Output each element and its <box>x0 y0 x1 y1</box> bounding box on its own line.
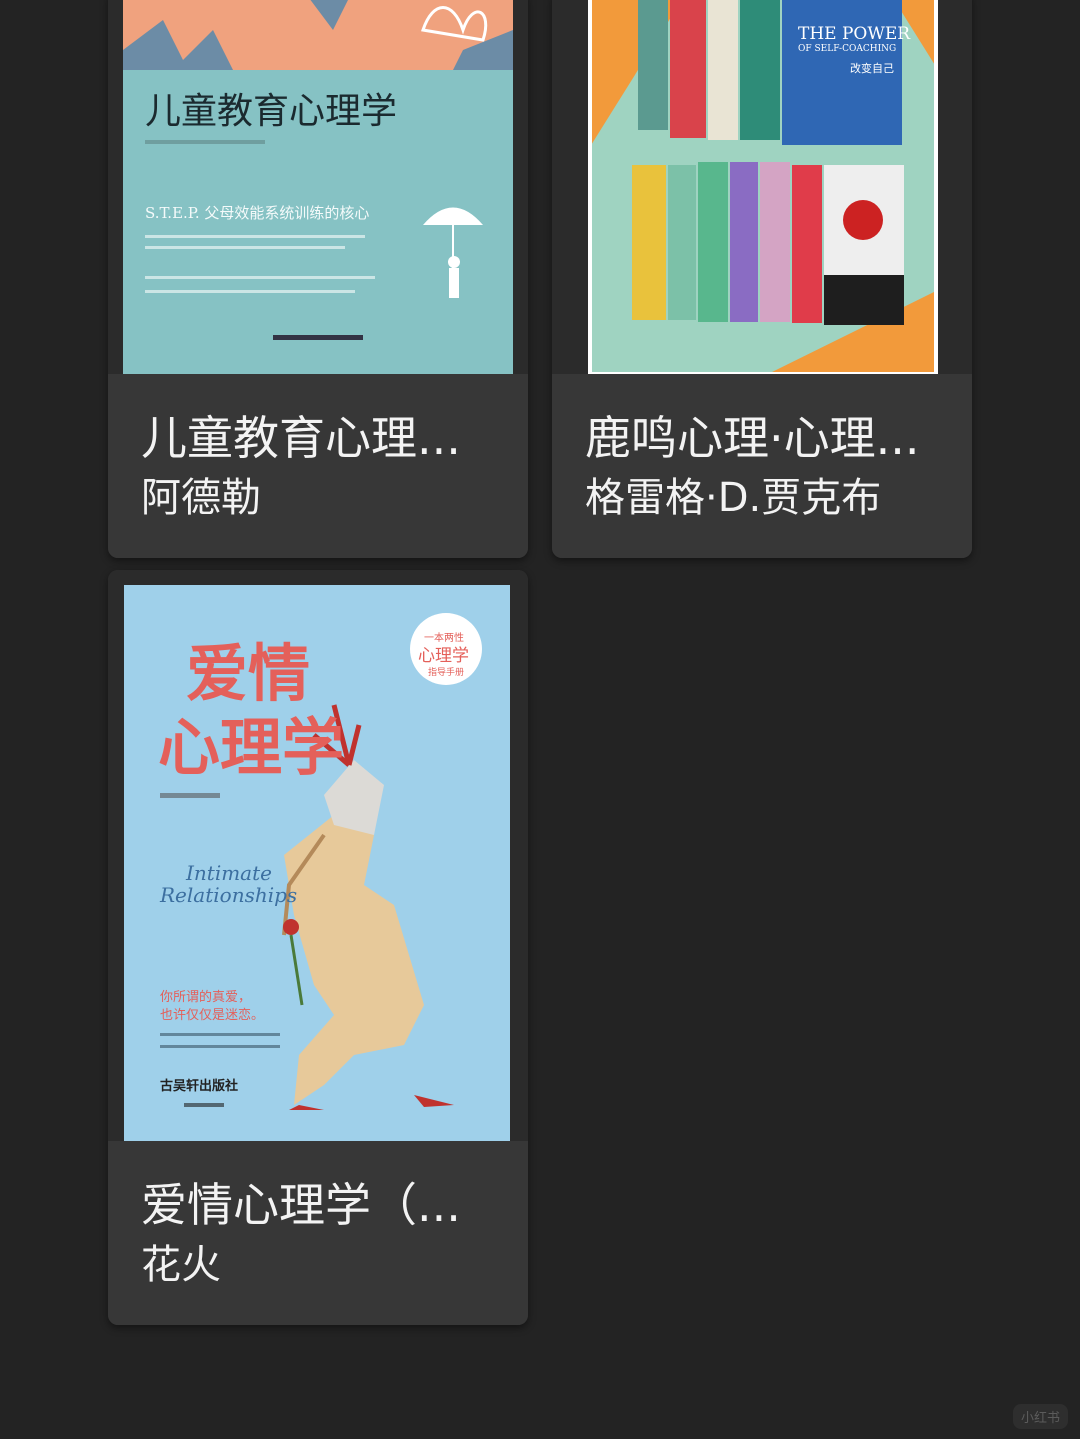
book-card-1[interactable]: 儿童教育心理学 S.T.E.P. 父母效能系统训练的核心 儿童教育心理... 阿… <box>108 0 528 558</box>
cover-publisher: 古吴轩出版社 <box>160 1079 239 1094</box>
cover-subtitle: S.T.E.P. 父母效能系统训练的核心 <box>145 204 370 222</box>
cover-english-line1: Intimate <box>186 861 272 885</box>
cover-tagline: 你所谓的真爱， 也许仅仅是迷恋。 <box>160 990 265 1023</box>
book-title: 爱情心理学（... <box>141 1178 461 1232</box>
book-meta-3: 爱情心理学（... 花火 <box>108 1141 528 1325</box>
book-card-2[interactable]: THE POWER OF SELF-COACHING 改变自己 鹿鸣心理·心理.… <box>552 0 972 558</box>
book-cover-2[interactable]: THE POWER OF SELF-COACHING 改变自己 <box>552 0 972 374</box>
cover-title-line2: 心理学 <box>158 711 345 784</box>
cover-badge-line3: 指导手册 <box>428 668 465 678</box>
book-cover-3[interactable]: 爱情 心理学 一本两性 心理学 指导手册 Intimate Relationsh… <box>108 570 528 1141</box>
cover-english-line2: Relationships <box>160 883 298 907</box>
book-card-3[interactable]: 爱情 心理学 一本两性 心理学 指导手册 Intimate Relationsh… <box>108 570 528 1325</box>
cover-spine-sub: OF SELF-COACHING <box>798 44 897 54</box>
watermark: 小红书 <box>1012 1404 1068 1429</box>
cover-spine-cn: 改变自己 <box>850 62 894 75</box>
book-author: 格雷格·D.贾克布 <box>585 475 882 521</box>
cover-badge-line2: 心理学 <box>418 646 469 666</box>
cover-art-child-education <box>123 0 513 374</box>
book-meta-2: 鹿鸣心理·心理... 格雷格·D.贾克布 <box>552 374 972 558</box>
book-author: 花火 <box>141 1242 221 1288</box>
cover-spine-text: THE POWER <box>798 24 911 44</box>
book-title: 鹿鸣心理·心理... <box>585 411 920 465</box>
book-author: 阿德勒 <box>141 475 261 521</box>
cover-art-book-collection <box>588 0 938 374</box>
book-title: 儿童教育心理... <box>141 411 461 465</box>
book-cover-1[interactable]: 儿童教育心理学 S.T.E.P. 父母效能系统训练的核心 <box>108 0 528 374</box>
cover-title: 儿童教育心理学 <box>145 91 398 132</box>
book-meta-1: 儿童教育心理... 阿德勒 <box>108 374 528 558</box>
